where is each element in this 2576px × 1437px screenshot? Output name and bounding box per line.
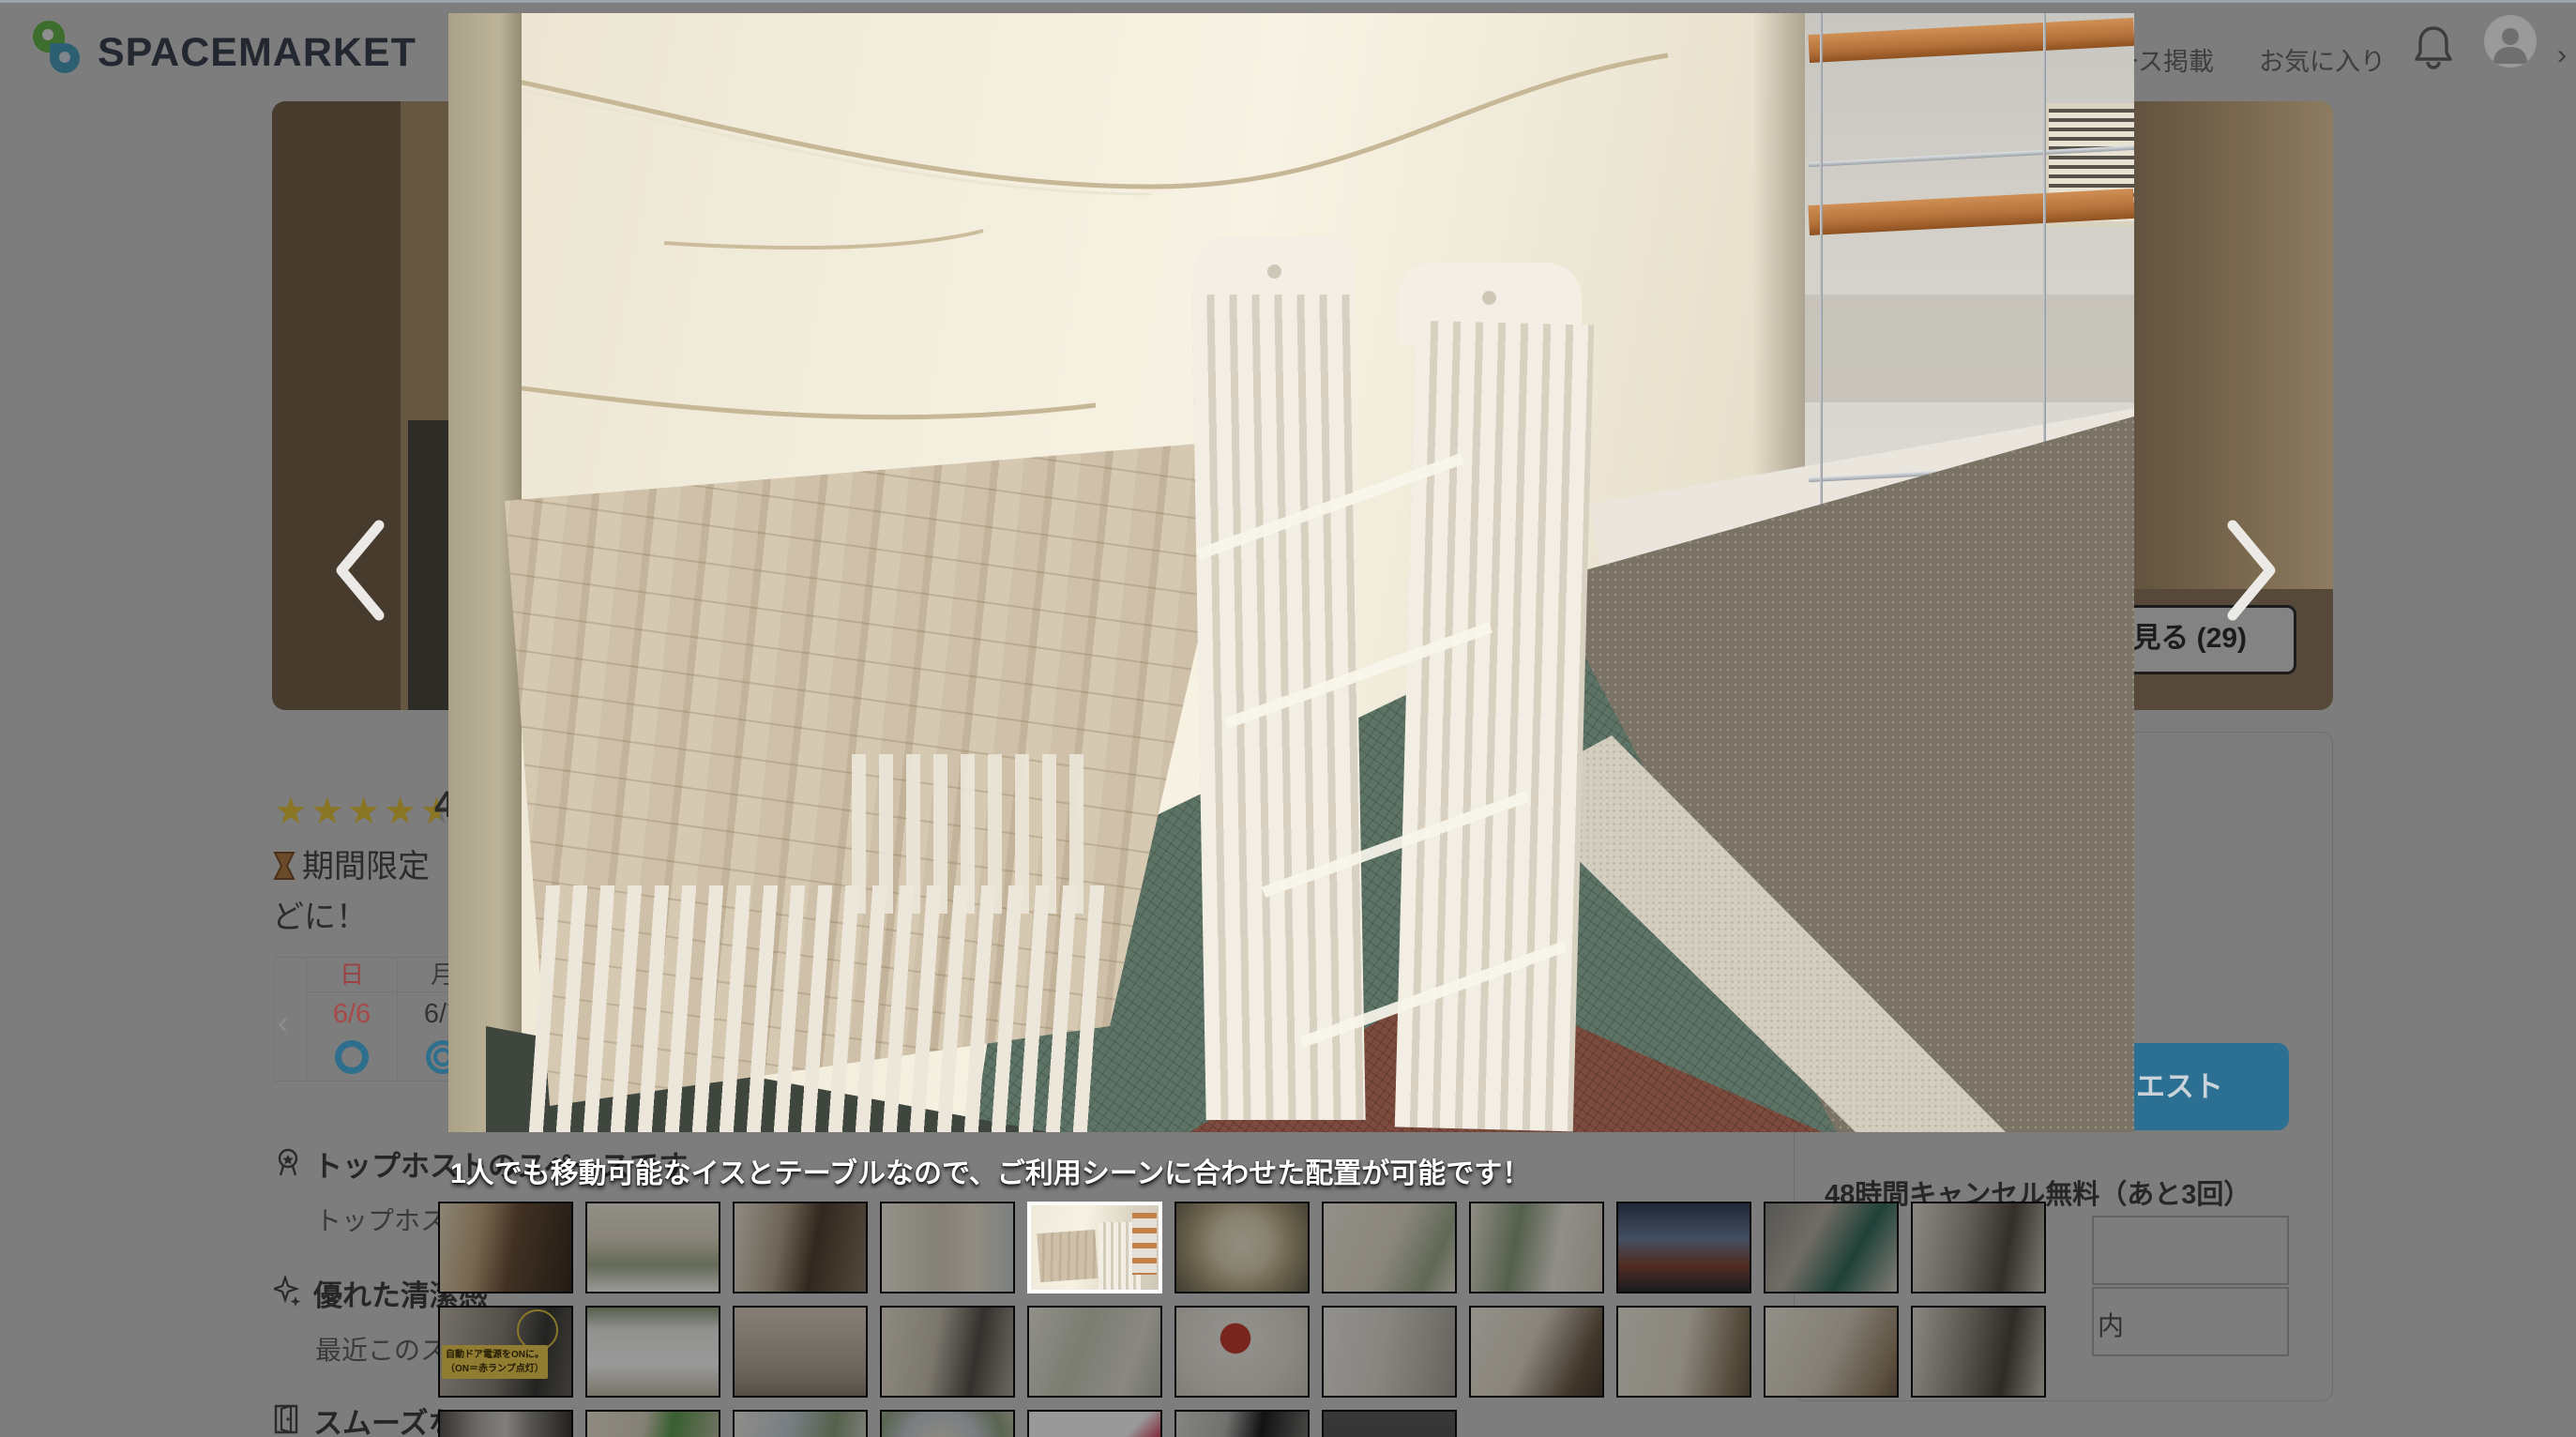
thumbnail-restroom[interactable]	[1322, 1306, 1457, 1398]
thumbnail-green-checker-wall[interactable]	[1469, 1202, 1604, 1293]
calendar-col-sunday[interactable]: 日 6/6	[306, 958, 397, 1081]
thumbnail-tables-checker-room[interactable]	[585, 1202, 720, 1293]
thumb-art	[1132, 1213, 1157, 1275]
thumbnail-white-tables-room[interactable]	[1322, 1202, 1457, 1293]
thumb-art	[1037, 1230, 1098, 1282]
thumbnail-chairs-window[interactable]	[880, 1202, 1015, 1293]
notification-bell-icon[interactable]	[2413, 24, 2454, 76]
thumbnail-ceiling-decor[interactable]	[880, 1410, 1015, 1437]
thumbnail-fire-alarm-panel[interactable]	[1174, 1306, 1310, 1398]
section-cleanliness-body: 最近このス	[315, 1330, 447, 1368]
photo-caption: 1人でも移動可能なイスとテーブルなので、ご利用シーンに合わせた配置が可能です！	[450, 1150, 1530, 1191]
listing-title-line1: 期間限定	[272, 840, 430, 889]
thumbnail-room-green-screen[interactable]	[585, 1410, 720, 1437]
thumbnail-glass-doors[interactable]	[1911, 1306, 2046, 1398]
thumbnail-meeting-room-b[interactable]	[1616, 1306, 1751, 1398]
thumbnail-dark-photo[interactable]	[1322, 1410, 1457, 1437]
sparkles-icon	[274, 1276, 302, 1312]
thumbnail-glass-entrance[interactable]	[1911, 1202, 2046, 1293]
thumbnail-hallway-mirror[interactable]	[733, 1202, 868, 1293]
nav-favorites[interactable]: お気に入り	[2259, 41, 2386, 78]
lightbox-photo[interactable]	[448, 13, 2134, 1132]
thumbnail-entrance-railing[interactable]	[1764, 1202, 1899, 1293]
user-avatar[interactable]	[2484, 15, 2537, 68]
thumbnail-meeting-room-c[interactable]	[1764, 1306, 1899, 1398]
calendar-day-header: 日	[307, 958, 397, 992]
thumbnail-hangers-rack[interactable]	[880, 1306, 1015, 1398]
door-power-label: 自動ドア電源をONに。（ON＝赤ランプ点灯）	[442, 1345, 548, 1379]
calendar-date: 6/6	[307, 999, 397, 1030]
thumbnail-hallway-carpet[interactable]	[438, 1202, 573, 1293]
prev-photo-arrow[interactable]	[330, 518, 392, 628]
booking-select-date[interactable]	[2092, 1216, 2289, 1285]
listing-title-line2: どに！	[272, 891, 368, 937]
thumbnail-meeting-room-a[interactable]	[1469, 1306, 1604, 1398]
thumbnail-folding-tables-current[interactable]	[1027, 1202, 1162, 1293]
thumbnail-white-boards-plants[interactable]	[733, 1410, 868, 1437]
thumbnail-elevator[interactable]	[438, 1410, 573, 1437]
availability-mark-circle	[335, 1040, 369, 1074]
thumbnail-ceiling-light[interactable]	[1174, 1202, 1310, 1293]
folding-chair-stack	[1395, 321, 1594, 1132]
section-top-host-body: トップホス	[315, 1201, 447, 1238]
photo-wall-band	[1805, 295, 2134, 402]
thumbnail-projector-screen[interactable]	[585, 1306, 720, 1398]
hourglass-icon	[272, 851, 296, 889]
spacemarket-photo-lightbox-page: SPACEMARKET スペース掲載 お気に入り › 見る (29) ★★★★★…	[0, 0, 2576, 1437]
thumbnail-electric-kettle[interactable]	[1174, 1410, 1310, 1437]
logo-dot	[42, 29, 53, 40]
medal-icon	[274, 1146, 302, 1183]
window-top-edge	[0, 0, 2576, 3]
thumbnail-auto-door-switch[interactable]: 自動ドア電源をONに。（ON＝赤ランプ点灯）	[438, 1306, 573, 1398]
capacity-suffix-text: 内	[2098, 1306, 2124, 1343]
calendar-prev-chevron[interactable]: ‹	[278, 1006, 288, 1042]
thumbnail-building-dusk[interactable]	[1616, 1202, 1751, 1293]
account-menu-chevron-icon[interactable]: ›	[2557, 39, 2567, 71]
star-rating-icons: ★★★★★★	[274, 790, 456, 833]
door-icon	[272, 1403, 300, 1437]
brand-wordmark[interactable]: SPACEMARKET	[98, 30, 417, 76]
table-legs-back	[852, 754, 1096, 914]
booking-select-capacity[interactable]: 内	[2092, 1287, 2289, 1356]
thumbnail-party-decor-illustration[interactable]	[1027, 1410, 1162, 1437]
thumbnail-glass-shelf-plants[interactable]	[1027, 1306, 1162, 1398]
logo-dot	[59, 52, 70, 63]
table-legs	[529, 885, 1109, 1132]
spacemarket-logo-icon[interactable]	[31, 21, 87, 79]
section-smooth-heading: スムーズな	[313, 1399, 457, 1437]
next-photo-arrow[interactable]	[2220, 518, 2281, 628]
thumbnail-projector-device[interactable]	[733, 1306, 868, 1398]
